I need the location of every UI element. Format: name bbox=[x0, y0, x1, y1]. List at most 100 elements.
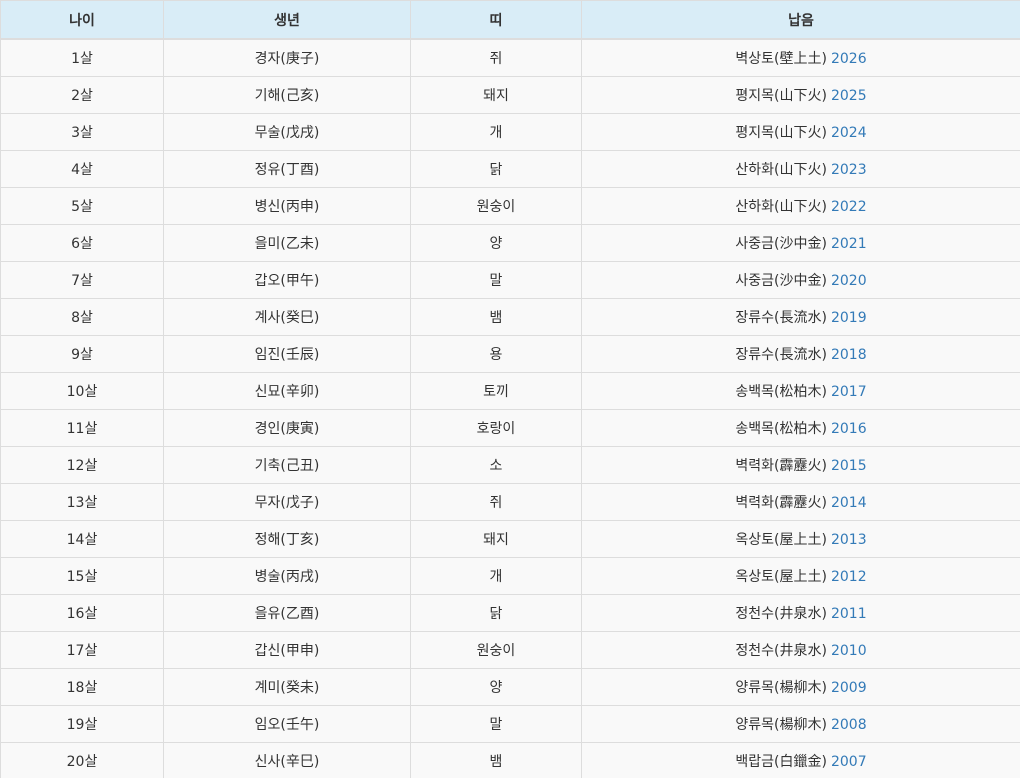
napeum-text: 사중금(沙中金) bbox=[735, 273, 827, 289]
napeum-text: 양류목(楊柳木) bbox=[735, 717, 827, 733]
napeum-text: 옥상토(屋上土) bbox=[735, 569, 827, 585]
year-link[interactable]: 2020 bbox=[831, 273, 867, 289]
napeum-cell: 양류목(楊柳木) 2008 bbox=[581, 705, 1020, 743]
age-cell: 18살 bbox=[0, 668, 164, 706]
zodiac-cell: 토끼 bbox=[410, 372, 582, 410]
year-link[interactable]: 2017 bbox=[831, 384, 867, 400]
year-link[interactable]: 2012 bbox=[831, 569, 867, 585]
ganji-cell: 갑신(甲申) bbox=[163, 631, 411, 669]
napeum-text: 옥상토(屋上土) bbox=[735, 532, 827, 548]
ganji-cell: 병술(丙戌) bbox=[163, 557, 411, 595]
year-link[interactable]: 2019 bbox=[831, 310, 867, 326]
napeum-cell: 벽력화(霹靂火) 2014 bbox=[581, 483, 1020, 521]
napeum-text: 산하화(山下火) bbox=[735, 162, 827, 178]
napeum-cell: 산하화(山下火) 2023 bbox=[581, 150, 1020, 188]
zodiac-cell: 개 bbox=[410, 113, 582, 151]
napeum-cell: 옥상토(屋上土) 2013 bbox=[581, 520, 1020, 558]
age-cell: 15살 bbox=[0, 557, 164, 595]
table-row: 7살 갑오(甲午) 말 사중금(沙中金) 2020 bbox=[0, 261, 1020, 299]
table-row: 9살 임진(壬辰) 용 장류수(長流水) 2018 bbox=[0, 335, 1020, 373]
ganji-cell: 을미(乙未) bbox=[163, 224, 411, 262]
napeum-cell: 송백목(松柏木) 2016 bbox=[581, 409, 1020, 447]
napeum-cell: 평지목(山下火) 2024 bbox=[581, 113, 1020, 151]
zodiac-cell: 뱀 bbox=[410, 298, 582, 336]
age-cell: 14살 bbox=[0, 520, 164, 558]
napeum-text: 산하화(山下火) bbox=[735, 199, 827, 215]
ganji-cell: 정해(丁亥) bbox=[163, 520, 411, 558]
year-link[interactable]: 2016 bbox=[831, 421, 867, 437]
napeum-cell: 정천수(井泉水) 2011 bbox=[581, 594, 1020, 632]
table-row: 5살 병신(丙申) 원숭이 산하화(山下火) 2022 bbox=[0, 187, 1020, 225]
napeum-cell: 장류수(長流水) 2018 bbox=[581, 335, 1020, 373]
year-link[interactable]: 2008 bbox=[831, 717, 867, 733]
year-link[interactable]: 2013 bbox=[831, 532, 867, 548]
table-row: 14살 정해(丁亥) 돼지 옥상토(屋上土) 2013 bbox=[0, 520, 1020, 558]
year-link[interactable]: 2007 bbox=[831, 754, 867, 770]
year-link[interactable]: 2018 bbox=[831, 347, 867, 363]
ganji-cell: 정유(丁酉) bbox=[163, 150, 411, 188]
zodiac-cell: 뱀 bbox=[410, 742, 582, 778]
year-link[interactable]: 2023 bbox=[831, 162, 867, 178]
zodiac-cell: 소 bbox=[410, 446, 582, 484]
age-cell: 3살 bbox=[0, 113, 164, 151]
table-row: 8살 계사(癸巳) 뱀 장류수(長流水) 2019 bbox=[0, 298, 1020, 336]
napeum-text: 송백목(松柏木) bbox=[735, 421, 827, 437]
zodiac-cell: 돼지 bbox=[410, 520, 582, 558]
year-link[interactable]: 2024 bbox=[831, 125, 867, 141]
table-row: 2살 기해(己亥) 돼지 평지목(山下火) 2025 bbox=[0, 76, 1020, 114]
header-birth-year: 생년 bbox=[163, 0, 411, 40]
year-link[interactable]: 2011 bbox=[831, 606, 867, 622]
ganji-cell: 신사(辛巳) bbox=[163, 742, 411, 778]
table-row: 20살 신사(辛巳) 뱀 백랍금(白鑞金) 2007 bbox=[0, 742, 1020, 778]
napeum-text: 송백목(松柏木) bbox=[735, 384, 827, 400]
table-row: 10살 신묘(辛卯) 토끼 송백목(松柏木) 2017 bbox=[0, 372, 1020, 410]
napeum-text: 장류수(長流水) bbox=[735, 347, 827, 363]
napeum-cell: 백랍금(白鑞金) 2007 bbox=[581, 742, 1020, 778]
zodiac-cell: 닭 bbox=[410, 150, 582, 188]
napeum-cell: 정천수(井泉水) 2010 bbox=[581, 631, 1020, 669]
zodiac-cell: 말 bbox=[410, 261, 582, 299]
table-row: 6살 을미(乙未) 양 사중금(沙中金) 2021 bbox=[0, 224, 1020, 262]
header-zodiac: 띠 bbox=[410, 0, 582, 40]
table-row: 17살 갑신(甲申) 원숭이 정천수(井泉水) 2010 bbox=[0, 631, 1020, 669]
zodiac-cell: 개 bbox=[410, 557, 582, 595]
year-link[interactable]: 2022 bbox=[831, 199, 867, 215]
age-cell: 11살 bbox=[0, 409, 164, 447]
table-body: 1살 경자(庚子) 쥐 벽상토(壁上土) 2026 2살 기해(己亥) 돼지 평지목(山下火) 2… bbox=[0, 38, 1020, 778]
year-link[interactable]: 2010 bbox=[831, 643, 867, 659]
ganji-cell: 경자(庚子) bbox=[163, 38, 411, 77]
year-link[interactable]: 2026 bbox=[831, 51, 867, 67]
age-cell: 5살 bbox=[0, 187, 164, 225]
napeum-text: 벽상토(壁上土) bbox=[735, 51, 827, 67]
napeum-cell: 장류수(長流水) 2019 bbox=[581, 298, 1020, 336]
napeum-cell: 산하화(山下火) 2022 bbox=[581, 187, 1020, 225]
year-link[interactable]: 2009 bbox=[831, 680, 867, 696]
age-cell: 2살 bbox=[0, 76, 164, 114]
zodiac-cell: 용 bbox=[410, 335, 582, 373]
table-row: 12살 기축(己丑) 소 벽력화(霹靂火) 2015 bbox=[0, 446, 1020, 484]
zodiac-cell: 쥐 bbox=[410, 38, 582, 77]
ganji-cell: 신묘(辛卯) bbox=[163, 372, 411, 410]
table-row: 1살 경자(庚子) 쥐 벽상토(壁上土) 2026 bbox=[0, 38, 1020, 77]
table-row: 19살 임오(壬午) 말 양류목(楊柳木) 2008 bbox=[0, 705, 1020, 743]
ganji-cell: 임오(壬午) bbox=[163, 705, 411, 743]
age-cell: 4살 bbox=[0, 150, 164, 188]
ganji-cell: 을유(乙酉) bbox=[163, 594, 411, 632]
napeum-text: 벽력화(霹靂火) bbox=[735, 495, 827, 511]
zodiac-cell: 원숭이 bbox=[410, 631, 582, 669]
ganji-cell: 갑오(甲午) bbox=[163, 261, 411, 299]
zodiac-cell: 돼지 bbox=[410, 76, 582, 114]
year-link[interactable]: 2021 bbox=[831, 236, 867, 252]
napeum-text: 평지목(山下火) bbox=[735, 125, 827, 141]
table-row: 13살 무자(戊子) 쥐 벽력화(霹靂火) 2014 bbox=[0, 483, 1020, 521]
zodiac-cell: 양 bbox=[410, 668, 582, 706]
napeum-cell: 사중금(沙中金) 2020 bbox=[581, 261, 1020, 299]
year-link[interactable]: 2025 bbox=[831, 88, 867, 104]
age-cell: 10살 bbox=[0, 372, 164, 410]
age-cell: 20살 bbox=[0, 742, 164, 778]
age-cell: 19살 bbox=[0, 705, 164, 743]
ganji-cell: 계미(癸未) bbox=[163, 668, 411, 706]
year-link[interactable]: 2014 bbox=[831, 495, 867, 511]
year-link[interactable]: 2015 bbox=[831, 458, 867, 474]
napeum-text: 사중금(沙中金) bbox=[735, 236, 827, 252]
